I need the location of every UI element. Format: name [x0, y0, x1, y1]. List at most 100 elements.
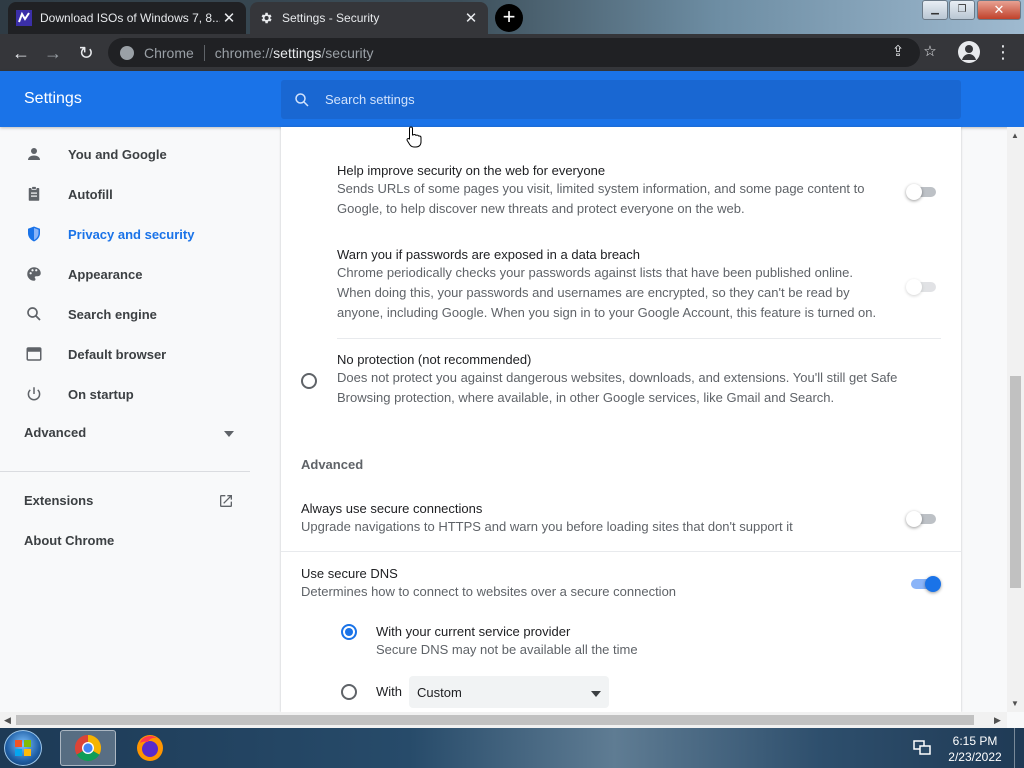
page-title: Settings	[24, 90, 82, 107]
no-protection-desc-line1: Does not protect you against dangerous w…	[337, 370, 898, 385]
windows-logo-icon	[15, 740, 31, 756]
site-favicon-icon	[16, 10, 32, 26]
taskbar-firefox-button[interactable]	[122, 730, 178, 766]
password-breach-desc-line2: When doing this, your passwords and user…	[337, 285, 850, 300]
bookmark-star-icon[interactable]: ☆	[918, 40, 942, 64]
person-icon	[962, 45, 976, 60]
url-scheme: chrome://	[214, 44, 274, 61]
minimize-window-button[interactable]: ▁	[922, 0, 948, 20]
show-desktop-button[interactable]	[1014, 728, 1024, 768]
vertical-scroll-thumb[interactable]	[1010, 376, 1021, 588]
browser-toolbar: ← → ↻ Chrome chrome:// settings /securit…	[0, 34, 1024, 71]
chrome-menu-button[interactable]: ⋮	[993, 40, 1013, 66]
url-path: /security	[321, 44, 374, 61]
secure-connections-title: Always use secure connections	[301, 501, 483, 516]
sidebar-divider	[0, 471, 250, 472]
clock-date: 2/23/2022	[948, 750, 1002, 764]
dns-custom-radio[interactable]	[341, 684, 357, 700]
tab-title: Download ISOs of Windows 7, 8...	[40, 11, 220, 25]
toggle-knob	[906, 184, 922, 200]
sidebar-item-extensions[interactable]: Extensions	[24, 493, 234, 512]
advanced-section-heading: Advanced	[301, 457, 364, 472]
sidebar-item-appearance[interactable]: Appearance	[0, 254, 250, 294]
sidebar-advanced-toggle[interactable]: Advanced	[24, 425, 234, 440]
help-improve-toggle[interactable]	[906, 184, 938, 200]
secure-dns-toggle[interactable]	[909, 576, 941, 592]
horizontal-scroll-thumb[interactable]	[16, 715, 974, 725]
scroll-down-arrow-icon[interactable]: ▼	[1011, 699, 1019, 708]
clipboard-icon	[24, 184, 44, 204]
network-tray-icon[interactable]	[913, 740, 931, 756]
gear-icon	[258, 10, 274, 26]
sidebar-item-label: You and Google	[68, 146, 167, 162]
chevron-down-icon	[224, 425, 234, 440]
taskbar-chrome-button[interactable]	[60, 730, 116, 766]
power-icon	[24, 384, 44, 404]
tab-close-icon[interactable]: ✕	[220, 9, 238, 27]
reload-button[interactable]: ↻	[73, 40, 99, 66]
forward-button[interactable]: →	[40, 40, 66, 66]
new-tab-button[interactable]: +	[495, 4, 523, 32]
password-breach-desc-line3: anyone, including Google. When you sign …	[337, 305, 877, 320]
no-protection-row[interactable]: No protection (not recommended) Does not…	[337, 352, 927, 408]
toggle-knob	[906, 511, 922, 527]
dns-provider-select[interactable]: Custom	[409, 676, 609, 708]
horizontal-scrollbar[interactable]: ◀ ▶	[0, 712, 1007, 728]
sidebar-item-autofill[interactable]: Autofill	[0, 174, 250, 214]
share-icon[interactable]: ⇪	[886, 40, 910, 64]
toggle-knob	[925, 576, 941, 592]
secure-connections-desc: Upgrade navigations to HTTPS and warn yo…	[301, 519, 793, 534]
no-protection-title: No protection (not recommended)	[337, 352, 532, 367]
search-icon	[293, 91, 311, 109]
sidebar-item-label: Search engine	[68, 306, 157, 322]
firefox-icon	[137, 735, 163, 761]
hand-cursor-icon	[406, 126, 422, 148]
close-window-button[interactable]: ✕	[977, 0, 1021, 20]
search-settings-input[interactable]	[325, 92, 925, 107]
dns-current-provider-title: With your current service provider	[376, 624, 571, 639]
password-breach-toggle[interactable]	[906, 279, 938, 295]
secure-connections-row: Always use secure connections Upgrade na…	[301, 501, 861, 537]
password-breach-title: Warn you if passwords are exposed in a d…	[337, 247, 641, 262]
sidebar-item-default-browser[interactable]: Default browser	[0, 334, 250, 374]
tab-download-isos[interactable]: Download ISOs of Windows 7, 8... ✕	[8, 2, 246, 34]
clock-time: 6:15 PM	[952, 734, 998, 748]
dns-custom-label: With	[376, 684, 402, 699]
search-icon	[24, 304, 44, 324]
palette-icon	[24, 264, 44, 284]
site-name: Chrome	[144, 44, 194, 61]
scroll-up-arrow-icon[interactable]: ▲	[1011, 131, 1019, 140]
tab-close-icon[interactable]: ✕	[462, 9, 480, 27]
dropdown-arrow-icon	[591, 685, 601, 700]
sidebar-item-on-startup[interactable]: On startup	[0, 374, 250, 414]
url-host: settings	[273, 44, 322, 61]
secure-connections-toggle[interactable]	[906, 511, 938, 527]
sidebar-item-privacy-and-security[interactable]: Privacy and security	[0, 214, 250, 254]
address-bar[interactable]: Chrome chrome:// settings /security	[108, 38, 920, 67]
dns-current-provider-row[interactable]: With your current service provider Secur…	[376, 624, 796, 660]
help-improve-desc-line2: Google, to help discover new threats and…	[337, 201, 745, 216]
system-clock[interactable]: 6:15 PM 2/23/2022	[940, 733, 1010, 765]
shield-icon	[24, 224, 44, 244]
chrome-site-icon	[120, 45, 134, 60]
open-in-new-icon	[218, 493, 234, 512]
divider	[281, 551, 961, 552]
no-protection-radio[interactable]	[301, 373, 317, 389]
vertical-scrollbar[interactable]: ▲ ▼	[1007, 127, 1024, 712]
tab-settings-security[interactable]: Settings - Security ✕	[250, 2, 488, 34]
scroll-right-arrow-icon[interactable]: ▶	[994, 715, 1001, 726]
start-button[interactable]	[4, 730, 42, 766]
back-button[interactable]: ←	[8, 40, 34, 66]
restore-window-button[interactable]: ❐	[949, 0, 975, 20]
dns-current-provider-radio[interactable]	[341, 624, 357, 640]
profile-avatar[interactable]	[958, 41, 980, 63]
search-settings-box[interactable]	[281, 80, 961, 119]
sidebar-item-search-engine[interactable]: Search engine	[0, 294, 250, 334]
secure-dns-title: Use secure DNS	[301, 566, 398, 581]
scroll-left-arrow-icon[interactable]: ◀	[4, 715, 11, 726]
divider	[337, 338, 941, 339]
sidebar-item-about-chrome[interactable]: About Chrome	[24, 533, 114, 548]
privacy-security-card: Help improve security on the web for eve…	[281, 127, 961, 712]
sidebar-item-you-and-google[interactable]: You and Google	[0, 134, 250, 174]
sidebar-item-label: Extensions	[24, 493, 94, 508]
